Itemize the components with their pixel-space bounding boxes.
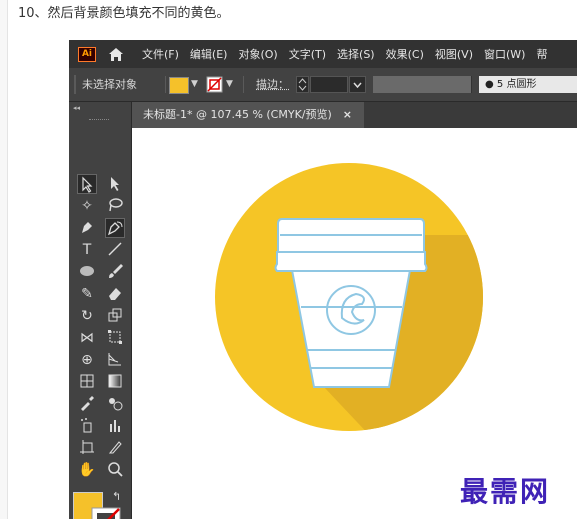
brush-definition-dropdown[interactable]: ● 5 点圆形 [479,76,577,93]
menu-object[interactable]: 对象(O) [238,46,277,62]
width-tool-icon[interactable]: ⋈ [77,328,97,348]
shape-builder-tool-icon[interactable]: ⊕ [77,350,97,370]
type-tool-icon[interactable]: T [77,240,97,260]
close-tab-icon[interactable]: × [343,102,352,128]
shaper-tool-icon[interactable]: ✎ [77,284,97,304]
selection-tool-icon[interactable] [77,174,97,194]
rotate-tool-icon[interactable]: ↻ [77,306,97,326]
direct-selection-tool-icon[interactable] [105,174,125,194]
eraser-tool-icon[interactable] [105,284,125,304]
swap-fill-stroke-icon[interactable]: ↰ [112,490,121,503]
lasso-tool-icon[interactable] [105,196,125,216]
line-segment-tool-icon[interactable] [105,240,125,260]
eyedropper-tool-icon[interactable] [77,394,97,414]
document-tab-bar: 未标题-1* @ 107.45 % (CMYK/预览) × [132,102,577,128]
stroke-weight-input[interactable] [310,76,348,93]
paintbrush-tool-icon[interactable] [105,262,125,282]
panel-grip[interactable] [89,119,109,122]
stroke-none-swatch[interactable] [91,507,121,519]
watermark-logo: 最需网 [460,475,551,508]
variable-width-profile[interactable] [373,76,471,93]
brush-label: 5 点圆形 [496,79,537,90]
blend-tool-icon[interactable] [105,394,125,414]
tools-panel: ◂◂ ✧ T ✎ ↻ ⋈ ⊕ ✋ ↰ [69,102,132,519]
gradient-tool-icon[interactable] [105,372,125,392]
ellipse-tool-icon[interactable] [77,262,97,282]
perspective-grid-tool-icon[interactable] [105,350,125,370]
fill-color-swatch[interactable] [169,77,189,94]
magic-wand-tool-icon[interactable]: ✧ [77,196,97,216]
symbol-sprayer-tool-icon[interactable] [77,416,97,436]
panel-collapse-icon[interactable]: ◂◂ [73,104,80,112]
control-bar: 未选择对象 ▼ ▼ 描边： ● 5 点圆形 [69,68,577,102]
stroke-none-swatch[interactable] [206,76,223,93]
menu-help[interactable]: 帮 [536,46,547,62]
panel-grip[interactable] [74,75,76,94]
fill-dropdown-chevron-icon[interactable]: ▼ [191,76,198,93]
left-margin-rule [0,0,8,519]
menu-file[interactable]: 文件(F) [142,46,179,62]
step-caption: 10、然后背景颜色填充不同的黄色。 [18,6,230,21]
artboard-tool-icon[interactable] [77,438,97,458]
menu-select[interactable]: 选择(S) [337,46,375,62]
stroke-weight-dropdown[interactable] [349,76,366,93]
stroke-dropdown-chevron-icon[interactable]: ▼ [226,76,233,93]
illustrator-screenshot: Ai 文件(F) 编辑(E) 对象(O) 文字(T) 选择(S) 效果(C) 视… [69,40,577,519]
divider [165,76,166,93]
curvature-tool-icon[interactable] [105,218,125,238]
divider [243,76,244,93]
brush-dot-icon: ● [485,79,494,90]
document-tab-title: 未标题-1* @ 107.45 % (CMYK/预览) [143,108,332,121]
menu-edit[interactable]: 编辑(E) [190,46,228,62]
menu-items: 文件(F) 编辑(E) 对象(O) 文字(T) 选择(S) 效果(C) 视图(V… [142,46,558,62]
coffee-cup-artwork [215,163,483,431]
menu-effect[interactable]: 效果(C) [386,46,424,62]
menu-bar: Ai 文件(F) 编辑(E) 对象(O) 文字(T) 选择(S) 效果(C) 视… [69,40,577,68]
stroke-weight-stepper[interactable] [296,76,309,93]
divider [471,76,472,93]
zoom-tool-icon[interactable] [105,460,125,480]
cup-lid-rim [274,251,428,272]
free-transform-tool-icon[interactable] [105,328,125,348]
menu-view[interactable]: 视图(V) [435,46,473,62]
column-graph-tool-icon[interactable] [105,416,125,436]
menu-type[interactable]: 文字(T) [289,46,326,62]
hand-tool-icon[interactable]: ✋ [77,460,97,480]
selection-status: 未选择对象 [82,78,137,91]
document-tab[interactable]: 未标题-1* @ 107.45 % (CMYK/预览) × [132,102,364,128]
menu-window[interactable]: 窗口(W) [484,46,525,62]
cup-body [290,269,412,388]
stroke-label[interactable]: 描边： [256,76,289,93]
scale-tool-icon[interactable] [105,306,125,326]
artboard-canvas[interactable] [132,128,577,519]
mesh-tool-icon[interactable] [77,372,97,392]
home-icon[interactable] [106,44,126,64]
slice-tool-icon[interactable] [105,438,125,458]
app-logo: Ai [78,46,96,62]
pen-tool-icon[interactable] [77,218,97,238]
